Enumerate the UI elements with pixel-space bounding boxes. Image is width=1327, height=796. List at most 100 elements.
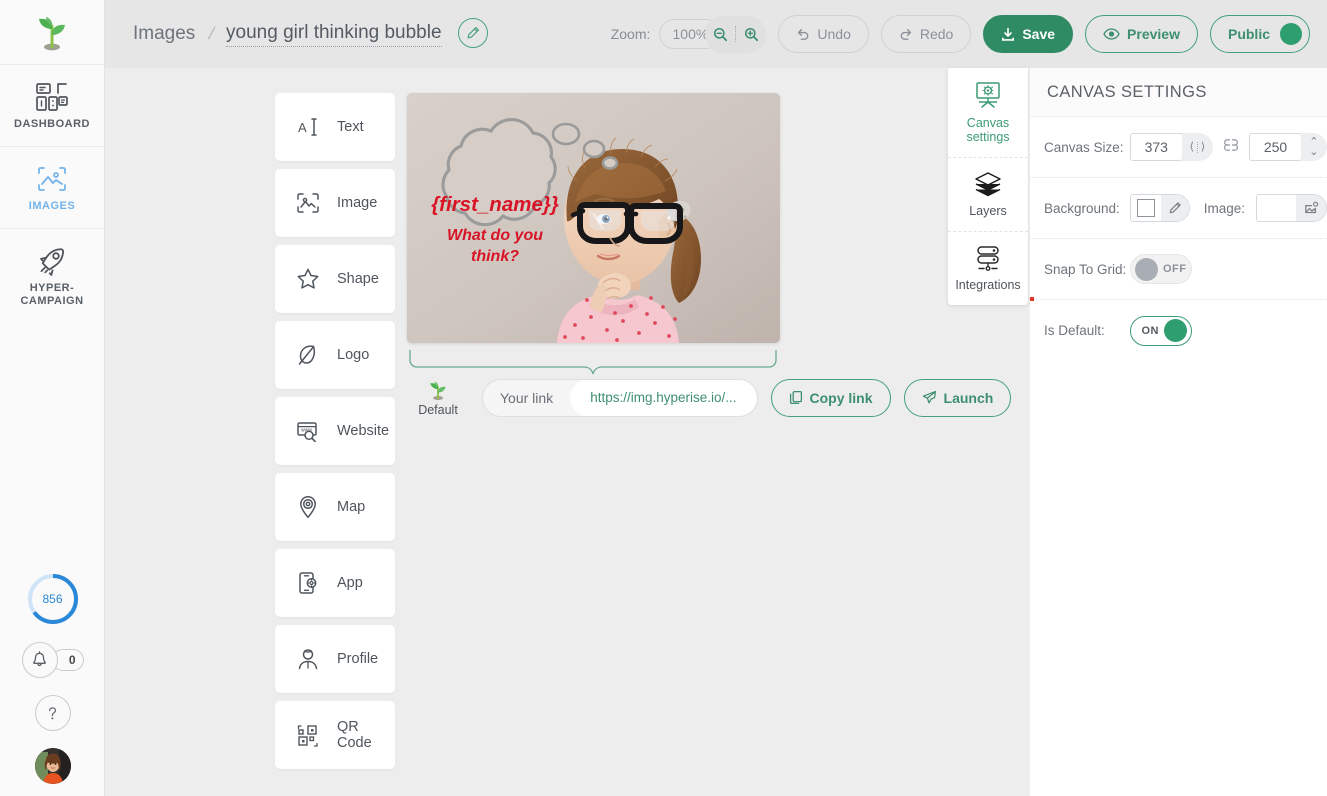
preview-button[interactable]: Preview <box>1085 15 1198 53</box>
default-variant-chip[interactable]: Default <box>407 378 469 417</box>
background-label: Background: <box>1044 201 1130 216</box>
tool-map[interactable]: Map <box>275 473 395 541</box>
chevron-right-icon: ⟩ <box>1201 143 1205 152</box>
paper-plane-icon <box>922 390 937 405</box>
upload-image-button[interactable] <box>1296 195 1326 221</box>
undo-button[interactable]: Undo <box>778 15 868 53</box>
chevron-down-icon: ⌄ <box>1309 148 1318 157</box>
toggle-knob <box>1164 319 1187 342</box>
canvas-merge-tag-text: {first_name}} <box>431 193 559 216</box>
image-label: Image: <box>1204 201 1245 216</box>
canvas-bubble-line3: think? <box>471 248 519 265</box>
save-button[interactable]: Save <box>983 15 1073 53</box>
document-title[interactable]: young girl thinking bubble <box>226 22 442 47</box>
launch-label: Launch <box>944 390 994 406</box>
sidebar-item-label: HYPER- CAMPAIGN <box>20 282 83 308</box>
zoom-in-button[interactable] <box>736 16 766 53</box>
person-icon <box>295 646 321 672</box>
tool-label: Text <box>337 119 364 135</box>
upload-image-icon <box>1304 201 1319 215</box>
download-icon <box>1001 27 1015 42</box>
qr-code-icon <box>295 722 321 748</box>
row-background: Background: Image: <box>1030 178 1327 239</box>
editor-workspace: A Text Image <box>105 68 1029 796</box>
breadcrumb-separator: / <box>207 24 217 44</box>
canvas-height-input[interactable]: 250 <box>1249 133 1302 161</box>
breadcrumb: Images / young girl thinking bubble <box>105 18 488 50</box>
app-logo[interactable] <box>0 0 104 64</box>
share-link-field[interactable]: Your link https://img.hyperise.io/... <box>482 379 758 417</box>
tool-profile[interactable]: Profile <box>275 625 395 693</box>
zoom-label: Zoom: <box>611 26 651 42</box>
save-label: Save <box>1022 26 1055 42</box>
sidebar-item-label: IMAGES <box>29 200 75 213</box>
tab-label: Layers <box>969 204 1007 218</box>
broken-chain-icon[interactable] <box>1222 138 1240 156</box>
sidebar-item-hyper-campaign[interactable]: HYPER- CAMPAIGN <box>0 228 104 324</box>
copy-link-label: Copy link <box>810 390 873 406</box>
help-button[interactable] <box>35 695 71 731</box>
background-eyedropper-button[interactable] <box>1161 195 1189 221</box>
share-link-value[interactable]: https://img.hyperise.io/... <box>570 379 756 417</box>
zoom-out-button[interactable] <box>705 16 735 53</box>
zoom-buttons <box>705 16 766 53</box>
tool-label: App <box>337 575 363 591</box>
leaf-icon <box>295 342 321 368</box>
tab-integrations[interactable]: Integrations <box>948 232 1028 305</box>
eye-icon <box>1103 27 1120 41</box>
website-search-icon: www <box>295 418 321 444</box>
image-frame-icon <box>35 163 69 195</box>
tool-app[interactable]: App <box>275 549 395 617</box>
editor-toolbar: Images / young girl thinking bubble Zoom… <box>105 0 1327 68</box>
public-toggle-button[interactable]: Public <box>1210 15 1310 53</box>
tab-canvas-settings[interactable]: Canvassettings <box>948 68 1028 158</box>
easel-gear-icon <box>973 80 1003 110</box>
tool-image[interactable]: Image <box>275 169 395 237</box>
tool-qr-code[interactable]: QR Code <box>275 701 395 769</box>
zoom-combo: 100% <box>659 16 766 53</box>
background-image-input[interactable] <box>1257 195 1296 221</box>
text-cursor-icon: A <box>295 114 321 140</box>
tool-text[interactable]: A Text <box>275 93 395 161</box>
avatar-image <box>35 748 71 784</box>
tool-logo[interactable]: Logo <box>275 321 395 389</box>
star-outline-icon <box>295 266 321 292</box>
breadcrumb-root-link[interactable]: Images <box>133 23 195 45</box>
design-canvas[interactable]: {first_name}} What do you think? <box>407 93 780 343</box>
tool-label: Map <box>337 499 365 515</box>
snap-to-grid-label: Snap To Grid: <box>1044 262 1130 277</box>
canvas-artwork: {first_name}} What do you think? <box>407 93 780 343</box>
redo-button[interactable]: Redo <box>881 15 971 53</box>
snap-to-grid-toggle[interactable]: OFF <box>1130 254 1192 284</box>
tool-label: Profile <box>337 651 378 667</box>
height-stepper[interactable]: ⌃ ⌄ <box>1301 133 1327 161</box>
user-avatar[interactable] <box>35 748 71 784</box>
canvas-width-input[interactable]: 373 <box>1130 133 1183 161</box>
panel-header: CANVAS SETTINGS <box>1030 68 1327 117</box>
canvas-size-label: Canvas Size: <box>1044 140 1130 155</box>
width-stepper[interactable]: ⟨ ⟩ <box>1182 133 1214 161</box>
background-image-control[interactable] <box>1256 194 1327 222</box>
tool-website[interactable]: www Website <box>275 397 395 465</box>
tool-shape[interactable]: Shape <box>275 245 395 313</box>
toggle-knob <box>1135 258 1158 281</box>
sidebar-item-dashboard[interactable]: DASHBOARD <box>0 64 104 146</box>
public-toggle-knob[interactable] <box>1280 23 1302 45</box>
is-default-toggle[interactable]: ON <box>1130 316 1192 346</box>
canvas-bubble-line2: What do you <box>447 227 543 244</box>
sidebar-item-images[interactable]: IMAGES <box>0 146 104 228</box>
redo-label: Redo <box>920 26 953 42</box>
default-label: Default <box>418 403 458 417</box>
edit-title-button[interactable] <box>458 18 488 48</box>
row-canvas-size: Canvas Size: 373 ⟨ ⟩ 250 ⌃ ⌄ <box>1030 117 1327 178</box>
launch-button[interactable]: Launch <box>904 379 1012 417</box>
copy-icon <box>789 390 803 405</box>
background-color-swatch[interactable] <box>1131 195 1161 221</box>
bell-icon-wrap <box>22 642 58 678</box>
background-color-control[interactable] <box>1130 194 1190 222</box>
notifications-button[interactable]: 0 <box>22 642 84 678</box>
chevron-left-icon: ⟨ <box>1190 143 1194 152</box>
credits-counter[interactable]: 856 <box>27 573 79 625</box>
tab-layers[interactable]: Layers <box>948 158 1028 232</box>
copy-link-button[interactable]: Copy link <box>771 379 891 417</box>
